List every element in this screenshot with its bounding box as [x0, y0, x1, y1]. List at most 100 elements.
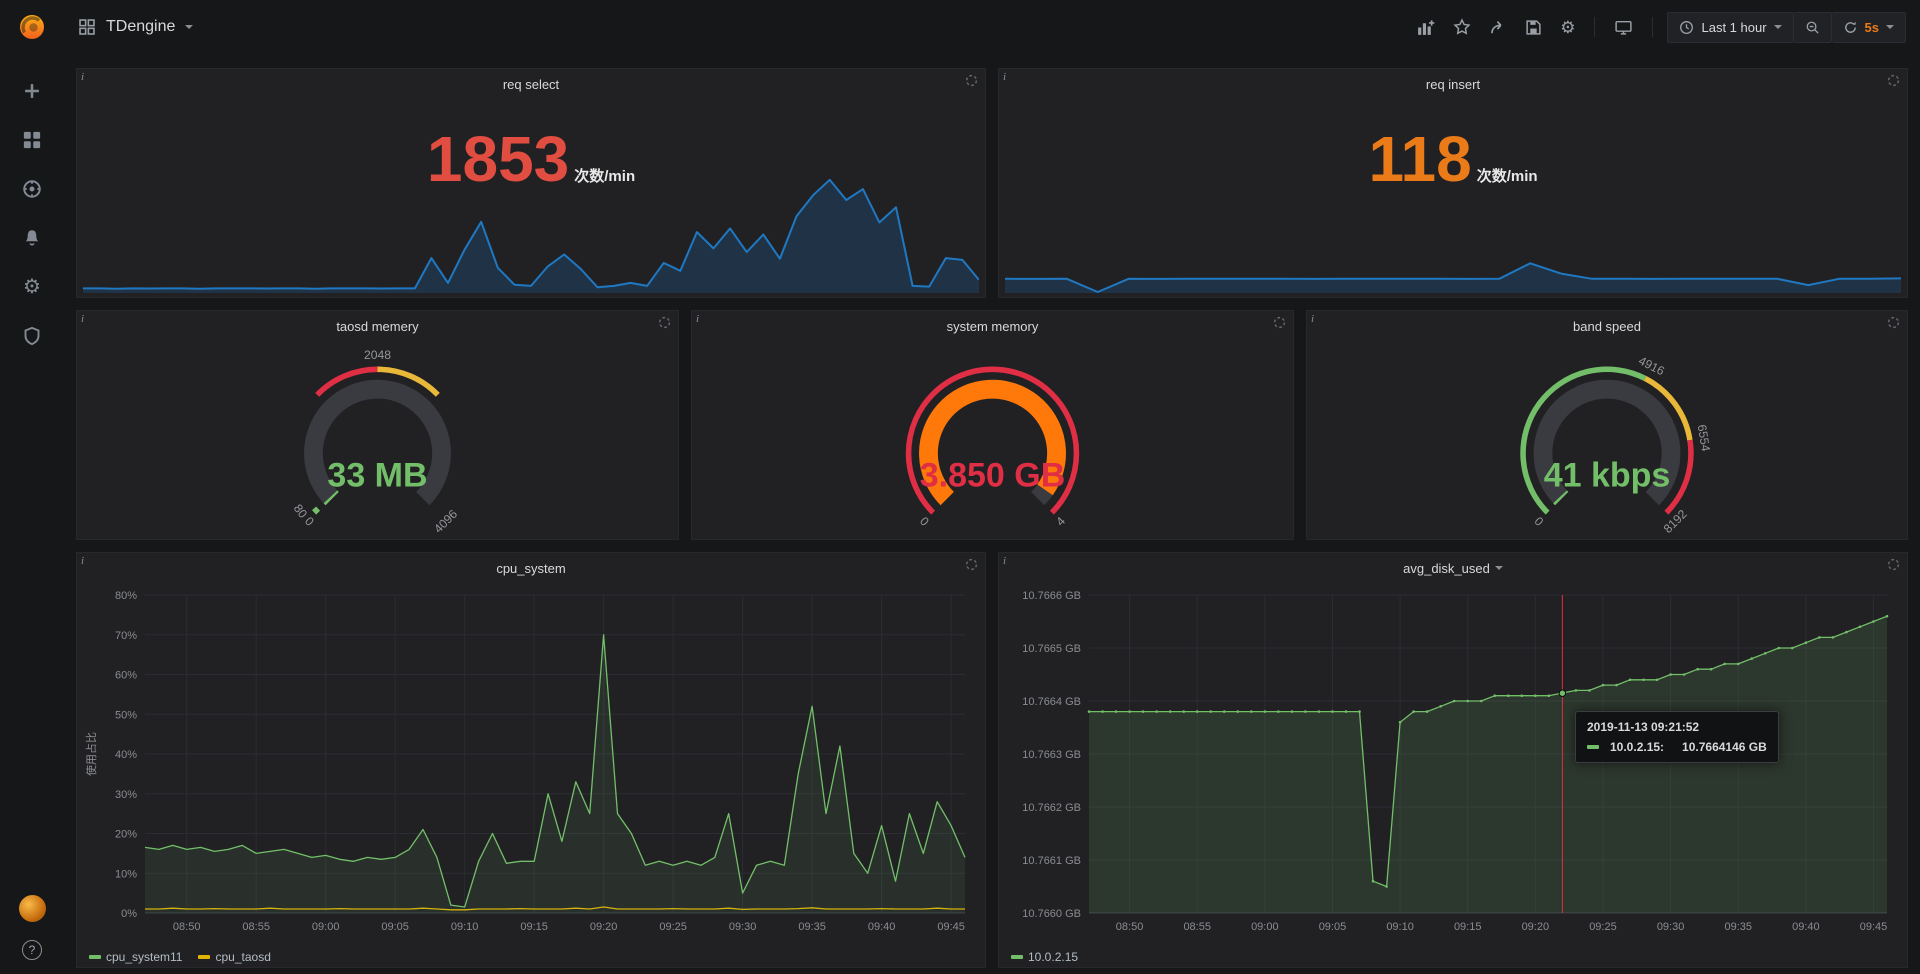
- panel-info-icon[interactable]: i: [81, 555, 84, 567]
- sidebar-item-server-admin[interactable]: [21, 325, 43, 347]
- grafana-logo[interactable]: [0, 0, 64, 54]
- gauge-value: 33 MB: [77, 456, 678, 495]
- chart-legend: cpu_system11 cpu_taosd: [89, 950, 271, 964]
- panel-avg-disk-used: i avg_disk_used 10.7660 GB10.7661 GB10.7…: [998, 552, 1908, 968]
- svg-text:4096: 4096: [431, 507, 460, 535]
- panel-title-label: system memory: [947, 319, 1039, 334]
- chevron-down-icon: [1774, 25, 1782, 29]
- settings-button[interactable]: ⚙: [1555, 14, 1580, 41]
- share-button[interactable]: [1484, 13, 1512, 41]
- panel-system-memory: i system memory 04 3.850 GB: [691, 310, 1294, 540]
- panel-title[interactable]: req select: [77, 69, 985, 99]
- svg-text:10.7664 GB: 10.7664 GB: [1022, 696, 1081, 708]
- band-speed-gauge: 0491665548192: [1307, 345, 1907, 535]
- time-range-label: Last 1 hour: [1701, 20, 1766, 35]
- sidebar-item-alerting[interactable]: [21, 227, 43, 249]
- svg-text:09:15: 09:15: [520, 921, 548, 933]
- stat-unit: 次数/min: [1477, 165, 1538, 186]
- panel-loading-icon: [1887, 316, 1900, 329]
- gear-icon: ⚙: [1560, 19, 1575, 36]
- monitor-icon: [1614, 18, 1633, 37]
- panel-loading-icon: [965, 74, 978, 87]
- zoom-out-button[interactable]: [1794, 12, 1832, 43]
- panel-info-icon[interactable]: i: [1003, 555, 1006, 567]
- top-navbar: TDengine ⚙ Last 1 hour: [64, 0, 1920, 54]
- refresh-interval-label: 5s: [1865, 20, 1879, 35]
- svg-text:09:10: 09:10: [451, 921, 479, 933]
- sidebar-nav: ⚙: [21, 80, 43, 895]
- panel-taosd-memory: i taosd memery 08020484096 33 MB: [76, 310, 679, 540]
- panel-title[interactable]: req insert: [999, 69, 1907, 99]
- panel-loading-icon: [1887, 558, 1900, 571]
- dashboard-picker[interactable]: TDengine: [78, 18, 193, 36]
- legend-item-cpu-taosd[interactable]: cpu_taosd: [198, 950, 270, 964]
- gauge-value: 41 kbps: [1307, 456, 1907, 495]
- refresh-button[interactable]: 5s: [1832, 12, 1906, 43]
- gauge-value: 3.850 GB: [692, 456, 1293, 495]
- panel-info-icon[interactable]: i: [696, 313, 699, 325]
- legend-color-dash: [89, 955, 101, 959]
- panel-info-icon[interactable]: i: [1311, 313, 1314, 325]
- panel-info-icon[interactable]: i: [1003, 71, 1006, 83]
- cycle-view-button[interactable]: [1609, 13, 1638, 42]
- save-icon: [1525, 19, 1542, 36]
- zoom-out-icon: [1805, 20, 1820, 35]
- svg-text:09:35: 09:35: [1724, 921, 1752, 933]
- panel-title[interactable]: cpu_system: [77, 553, 985, 583]
- time-range-picker[interactable]: Last 1 hour: [1667, 12, 1793, 43]
- svg-text:09:05: 09:05: [381, 921, 409, 933]
- bell-icon: [22, 228, 42, 248]
- svg-text:09:30: 09:30: [729, 921, 757, 933]
- req-select-value: 1853 次数/min: [77, 127, 985, 191]
- tooltip-series-name: 10.0.2.15:: [1610, 740, 1664, 754]
- clock-icon: [1679, 20, 1694, 35]
- svg-text:09:40: 09:40: [868, 921, 896, 933]
- plus-icon: [22, 81, 42, 101]
- panel-info-icon[interactable]: i: [81, 71, 84, 83]
- svg-text:50%: 50%: [115, 709, 137, 721]
- legend-item-host[interactable]: 10.0.2.15: [1011, 950, 1078, 964]
- refresh-icon: [1843, 20, 1858, 35]
- sidebar-item-explore[interactable]: [21, 178, 43, 200]
- sidebar-item-create[interactable]: [21, 80, 43, 102]
- svg-text:10.7665 GB: 10.7665 GB: [1022, 643, 1081, 655]
- add-panel-button[interactable]: [1411, 13, 1440, 42]
- panel-loading-icon: [965, 558, 978, 571]
- tooltip-timestamp: 2019-11-13 09:21:52: [1587, 720, 1767, 734]
- panel-info-icon[interactable]: i: [81, 313, 84, 325]
- save-button[interactable]: [1520, 14, 1547, 41]
- svg-text:6554: 6554: [1695, 423, 1713, 452]
- sidebar-item-configuration[interactable]: ⚙: [21, 276, 43, 298]
- svg-text:09:30: 09:30: [1657, 921, 1685, 933]
- svg-text:10.7666 GB: 10.7666 GB: [1022, 590, 1081, 602]
- panel-title[interactable]: system memory: [692, 311, 1293, 341]
- svg-text:0: 0: [917, 514, 932, 529]
- svg-text:10.7662 GB: 10.7662 GB: [1022, 802, 1081, 814]
- panel-cpu-system: i cpu_system 0%10%20%30%40%50%60%70%80%0…: [76, 552, 986, 968]
- svg-text:08:50: 08:50: [173, 921, 201, 933]
- panel-loading-icon: [658, 316, 671, 329]
- panel-title[interactable]: taosd memery: [77, 311, 678, 341]
- help-label: ?: [29, 943, 36, 957]
- svg-text:20%: 20%: [115, 829, 137, 841]
- user-avatar[interactable]: [19, 895, 46, 922]
- legend-item-cpu-system11[interactable]: cpu_system11: [89, 950, 182, 964]
- time-controls: Last 1 hour 5s: [1667, 12, 1906, 43]
- panel-title[interactable]: avg_disk_used: [999, 553, 1907, 583]
- compass-icon: [22, 179, 42, 199]
- star-icon: [1453, 18, 1471, 36]
- svg-text:使用占比: 使用占比: [84, 732, 98, 776]
- svg-text:09:25: 09:25: [659, 921, 687, 933]
- cpu-system-chart: 0%10%20%30%40%50%60%70%80%08:5008:5509:0…: [81, 587, 981, 943]
- system-memory-gauge: 04: [692, 345, 1293, 535]
- panel-title[interactable]: band speed: [1307, 311, 1907, 341]
- svg-text:09:20: 09:20: [1522, 921, 1550, 933]
- tooltip-series-dash: [1587, 745, 1599, 749]
- sidebar-item-dashboards[interactable]: [21, 129, 43, 151]
- star-button[interactable]: [1448, 13, 1476, 41]
- svg-text:10%: 10%: [115, 868, 137, 880]
- svg-text:10.7661 GB: 10.7661 GB: [1022, 855, 1081, 867]
- dashboard-grid: i req select 1853 次数/min i req insert 11…: [64, 54, 1920, 974]
- help-button[interactable]: ?: [22, 940, 42, 960]
- gear-icon: ⚙: [23, 277, 41, 297]
